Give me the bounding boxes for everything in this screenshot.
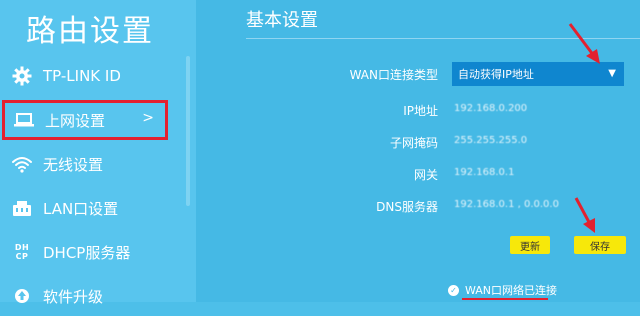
section-title: 基本设置 <box>246 10 318 31</box>
dhcp-icon-text: DH CP <box>14 243 30 261</box>
gateway-value: 192.168.0.1 <box>454 167 515 178</box>
divider <box>246 38 640 39</box>
sidebar: 路由设置 TP-LINK ID 上网设置 > 无线设置 LAN口设置 DH CP… <box>0 0 196 306</box>
sidebar-item-wireless[interactable]: 无线设置 <box>0 144 170 184</box>
mask-value: 255.255.255.0 <box>454 135 528 146</box>
status-text: WAN口网络已连接 <box>465 284 558 297</box>
gateway-row: 网关 192.168.0.1 <box>196 162 640 186</box>
sidebar-item-label: 无线设置 <box>43 155 104 174</box>
main-panel: 基本设置 WAN口连接类型 自动获得IP地址 ▼ IP地址 192.168.0.… <box>196 0 640 302</box>
status-underline <box>462 298 548 300</box>
connection-status: ✓ WAN口网络已连接 <box>448 282 558 300</box>
sidebar-item-internet[interactable]: 上网设置 > <box>2 100 168 140</box>
save-button[interactable]: 保存 <box>574 236 626 254</box>
dns-label: DNS服务器 <box>376 200 438 214</box>
ip-label: IP地址 <box>403 104 438 118</box>
app-title: 路由设置 <box>26 14 154 49</box>
upgrade-icon <box>10 284 34 308</box>
sidebar-item-label: 软件升级 <box>43 287 104 306</box>
refresh-button[interactable]: 更新 <box>510 236 550 254</box>
ip-value: 192.168.0.200 <box>454 103 528 114</box>
mask-label: 子网掩码 <box>389 136 438 150</box>
dhcp-icon: DH CP <box>10 240 34 264</box>
laptop-icon <box>12 108 36 132</box>
sidebar-item-tplink-id[interactable]: TP-LINK ID <box>0 56 170 96</box>
wan-type-value: 自动获得IP地址 <box>458 68 534 81</box>
mask-row: 子网掩码 255.255.255.0 <box>196 130 640 154</box>
sidebar-item-dhcp[interactable]: DH CP DHCP服务器 <box>0 232 170 272</box>
dropdown-caret-icon: ▼ <box>608 68 616 79</box>
wan-type-label: WAN口连接类型 <box>349 68 438 82</box>
sidebar-item-label: 上网设置 <box>45 111 106 130</box>
wifi-icon <box>10 152 34 176</box>
sidebar-item-upgrade[interactable]: 软件升级 <box>0 276 170 316</box>
sidebar-item-label: TP-LINK ID <box>43 67 121 85</box>
sidebar-item-label: DHCP服务器 <box>43 243 131 262</box>
sidebar-scrollbar[interactable] <box>186 56 190 206</box>
dns-value: 192.168.0.1 , 0.0.0.0 <box>454 199 559 210</box>
sidebar-item-label: LAN口设置 <box>43 199 119 218</box>
chevron-right-icon: > <box>142 110 154 126</box>
gear-icon <box>10 64 34 88</box>
check-icon: ✓ <box>448 284 459 296</box>
lan-icon <box>10 196 34 220</box>
gateway-label: 网关 <box>413 168 438 182</box>
dns-row: DNS服务器 192.168.0.1 , 0.0.0.0 <box>196 194 640 218</box>
sidebar-item-lan[interactable]: LAN口设置 <box>0 188 170 228</box>
ip-row: IP地址 192.168.0.200 <box>196 98 640 122</box>
wan-type-row: WAN口连接类型 自动获得IP地址 ▼ <box>196 62 640 86</box>
wan-type-select[interactable]: 自动获得IP地址 ▼ <box>452 62 624 86</box>
